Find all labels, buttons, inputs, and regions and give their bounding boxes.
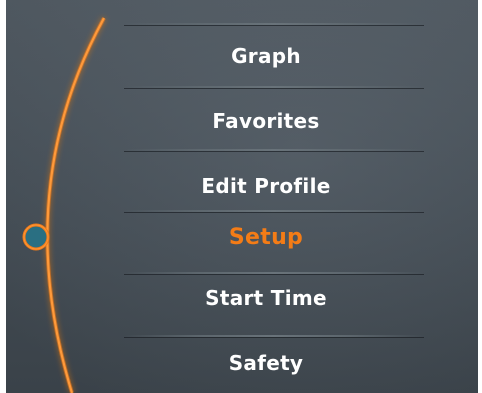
menu-screen: Graph Favorites Edit Profile Setup Start… xyxy=(6,0,478,393)
menu-item-start-time[interactable]: Start Time xyxy=(146,286,386,310)
menu-item-setup[interactable]: Setup xyxy=(146,225,386,250)
menu-item-safety[interactable]: Safety xyxy=(146,351,386,375)
menu-divider xyxy=(124,335,424,337)
menu-divider xyxy=(124,210,424,212)
menu-divider xyxy=(124,23,424,25)
menu-item-favorites[interactable]: Favorites xyxy=(146,109,386,133)
menu-item-graph[interactable]: Graph xyxy=(146,44,386,68)
menu-divider xyxy=(124,149,424,151)
selection-indicator-icon xyxy=(22,223,50,251)
menu-divider xyxy=(124,86,424,88)
menu-item-edit-profile[interactable]: Edit Profile xyxy=(146,174,386,198)
menu-divider xyxy=(124,272,424,274)
